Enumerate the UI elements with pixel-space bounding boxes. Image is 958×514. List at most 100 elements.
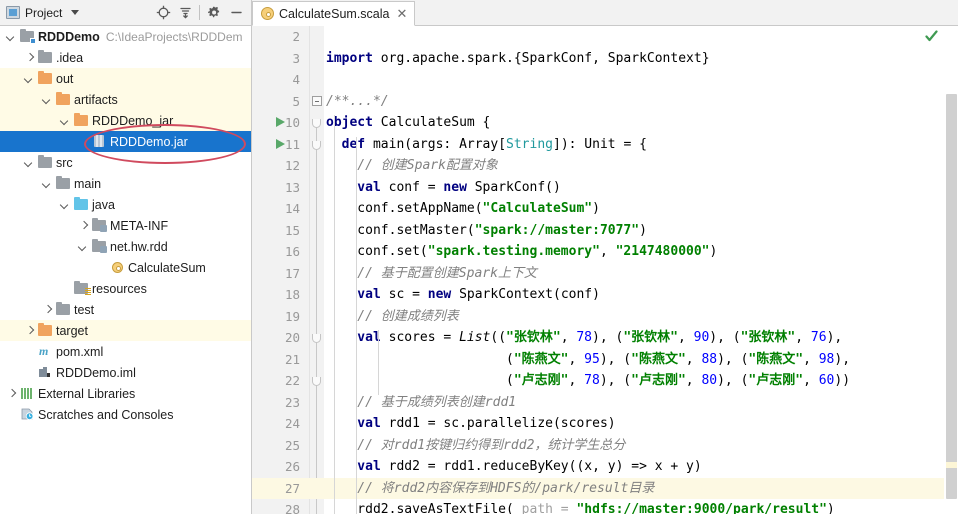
line-number: 17: [284, 265, 300, 281]
code-line-2[interactable]: 2: [252, 26, 958, 48]
tree-item-rdddemo-jar[interactable]: RDDDemo.jar: [0, 131, 251, 152]
project-view-icon: [6, 6, 20, 19]
tree-item-label: RDDDemo_jar: [92, 113, 174, 128]
fold-expand-icon[interactable]: [312, 95, 322, 106]
code-line-20[interactable]: 20 val scores = List(("张钦林", 78), ("张钦林"…: [252, 327, 958, 349]
green-check-icon[interactable]: [925, 30, 938, 43]
code-line-3[interactable]: 3 import org.apache.spark.{SparkConf, Spa…: [252, 48, 958, 70]
gear-icon[interactable]: [203, 2, 225, 24]
tree-item-idea[interactable]: .idea: [0, 47, 251, 68]
project-title-button[interactable]: Project: [6, 6, 80, 20]
tree-item-resources[interactable]: resources: [0, 278, 251, 299]
code-text: /**...*/: [326, 93, 389, 109]
project-tree-panel[interactable]: RDDDemo C:\IdeaProjects\RDDDem .idea out art…: [0, 26, 252, 514]
chevron-down-icon[interactable]: [71, 10, 80, 15]
tree-item-rdddemo-iml[interactable]: RDDDemo.iml: [0, 362, 251, 383]
chevron-down-icon[interactable]: [60, 199, 71, 210]
tree-item-artifacts[interactable]: artifacts: [0, 89, 251, 110]
code-line-14[interactable]: 14 conf.setAppName("CalculateSum"): [252, 198, 958, 220]
line-number: 14: [284, 201, 300, 216]
chevron-down-icon[interactable]: [24, 73, 35, 84]
tree-item-label: target: [56, 323, 88, 338]
code-text: val conf = new SparkConf(): [326, 179, 561, 195]
folder-gray-icon: [38, 50, 53, 64]
chevron-down-icon[interactable]: [6, 31, 17, 42]
code-line-22[interactable]: 22 ("卢志刚", 78), ("卢志刚", 80), ("卢志刚", 60)…: [252, 370, 958, 392]
tree-item-external-libraries[interactable]: External Libraries: [0, 383, 251, 404]
code-text: conf.set("spark.testing.memory", "214748…: [326, 244, 718, 259]
fold-collapse-icon[interactable]: [312, 377, 321, 386]
folder-orange-icon: [38, 323, 53, 337]
code-line-12[interactable]: 12 // 创建Spark配置对象: [252, 155, 958, 177]
minimize-icon[interactable]: [225, 2, 247, 24]
code-line-13[interactable]: 13 val conf = new SparkConf(): [252, 177, 958, 199]
tree-item-target[interactable]: target: [0, 320, 251, 341]
code-line-4[interactable]: 4: [252, 69, 958, 91]
chevron-down-icon[interactable]: [60, 115, 71, 126]
line-number: 26: [284, 459, 300, 474]
code-line-26[interactable]: 26 val rdd2 = rdd1.reduceByKey((x, y) =>…: [252, 456, 958, 478]
code-line-17[interactable]: 17 // 基于配置创建Spark上下文: [252, 263, 958, 285]
code-line-10[interactable]: 10 object CalculateSum {: [252, 112, 958, 134]
tree-item-label: External Libraries: [38, 386, 136, 401]
chevron-right-icon[interactable]: [42, 304, 53, 315]
code-line-21[interactable]: 21 ("陈燕文", 95), ("陈燕文", 88), ("陈燕文", 98)…: [252, 349, 958, 371]
run-gutter-icon[interactable]: [276, 117, 285, 127]
line-number: 28: [284, 502, 300, 514]
scrollbar-thumb[interactable]: [946, 94, 957, 499]
tree-item-rdddemo-jar[interactable]: RDDDemo_jar: [0, 110, 251, 131]
code-line-5[interactable]: 5 /**...*/: [252, 91, 958, 113]
code-content[interactable]: 2 3 import org.apache.spark.{SparkConf, Sp…: [252, 26, 958, 514]
folder-orange-icon: [74, 113, 89, 127]
code-line-18[interactable]: 18 val sc = new SparkContext(conf): [252, 284, 958, 306]
line-number: 12: [284, 158, 300, 173]
chevron-down-icon[interactable]: [78, 241, 89, 252]
chevron-down-icon[interactable]: [42, 94, 53, 105]
code-line-16[interactable]: 16 conf.set("spark.testing.memory", "214…: [252, 241, 958, 263]
tree-item-pom-xml[interactable]: m pom.xml: [0, 341, 251, 362]
code-line-11[interactable]: 11 def main(args: Array[String]): Unit =…: [252, 134, 958, 156]
fold-collapse-icon[interactable]: [312, 334, 321, 343]
locate-icon[interactable]: [152, 2, 174, 24]
jar-file-icon: [92, 135, 107, 148]
fold-collapse-icon[interactable]: [312, 119, 321, 128]
tree-item-src[interactable]: src: [0, 152, 251, 173]
line-number: 27: [284, 480, 300, 496]
fold-collapse-icon[interactable]: [312, 140, 321, 150]
code-text: // 将rdd2内容保存到HDFS的/park/result目录: [326, 480, 655, 496]
chevron-right-icon[interactable]: [24, 325, 35, 336]
indent-guide: [334, 115, 335, 514]
project-tree[interactable]: RDDDemo C:\IdeaProjects\RDDDem .idea out art…: [0, 26, 251, 514]
code-text: // 基于成绩列表创建rdd1: [326, 394, 517, 410]
code-editor[interactable]: 2 3 import org.apache.spark.{SparkConf, Sp…: [252, 26, 958, 514]
chevron-down-icon[interactable]: [24, 157, 35, 168]
code-line-19[interactable]: 19 // 创建成绩列表: [252, 306, 958, 328]
tab-calculatesum-scala[interactable]: CalculateSum.scala ✕: [252, 1, 416, 26]
code-text: conf.setAppName("CalculateSum"): [326, 201, 600, 216]
line-number: 16: [284, 244, 300, 259]
chevron-right-icon[interactable]: [24, 52, 35, 63]
tree-item-label: test: [74, 302, 95, 317]
close-icon[interactable]: ✕: [394, 7, 407, 20]
tree-item-test[interactable]: test: [0, 299, 251, 320]
tree-item-calculatesum[interactable]: CalculateSum: [0, 257, 251, 278]
code-line-23[interactable]: 23 // 基于成绩列表创建rdd1: [252, 392, 958, 414]
tree-item-out[interactable]: out: [0, 68, 251, 89]
editor-vertical-scrollbar[interactable]: [944, 26, 958, 514]
chevron-down-icon[interactable]: [42, 178, 53, 189]
code-line-24[interactable]: 24 val rdd1 = sc.parallelize(scores): [252, 413, 958, 435]
code-line-27[interactable]: 27 // 将rdd2内容保存到HDFS的/park/result目录: [252, 477, 958, 499]
tree-item-main[interactable]: main: [0, 173, 251, 194]
code-line-28[interactable]: 28 rdd2.saveAsTextFile( path = "hdfs://m…: [252, 499, 958, 514]
code-line-25[interactable]: 25 // 对rdd1按键归约得到rdd2，统计学生总分: [252, 435, 958, 457]
collapse-all-icon[interactable]: [174, 2, 196, 24]
chevron-right-icon[interactable]: [6, 388, 17, 399]
code-line-15[interactable]: 15 conf.setMaster("spark://master:7077"): [252, 220, 958, 242]
tree-item-meta-inf[interactable]: META-INF: [0, 215, 251, 236]
tree-item-java[interactable]: java: [0, 194, 251, 215]
tree-item-rdddemo[interactable]: RDDDemo C:\IdeaProjects\RDDDem: [0, 26, 251, 47]
tree-item-scratches-and-consoles[interactable]: Scratches and Consoles: [0, 404, 251, 425]
tree-item-net-hw-rdd[interactable]: net.hw.rdd: [0, 236, 251, 257]
run-gutter-icon[interactable]: [276, 138, 285, 149]
chevron-right-icon[interactable]: [78, 220, 89, 231]
